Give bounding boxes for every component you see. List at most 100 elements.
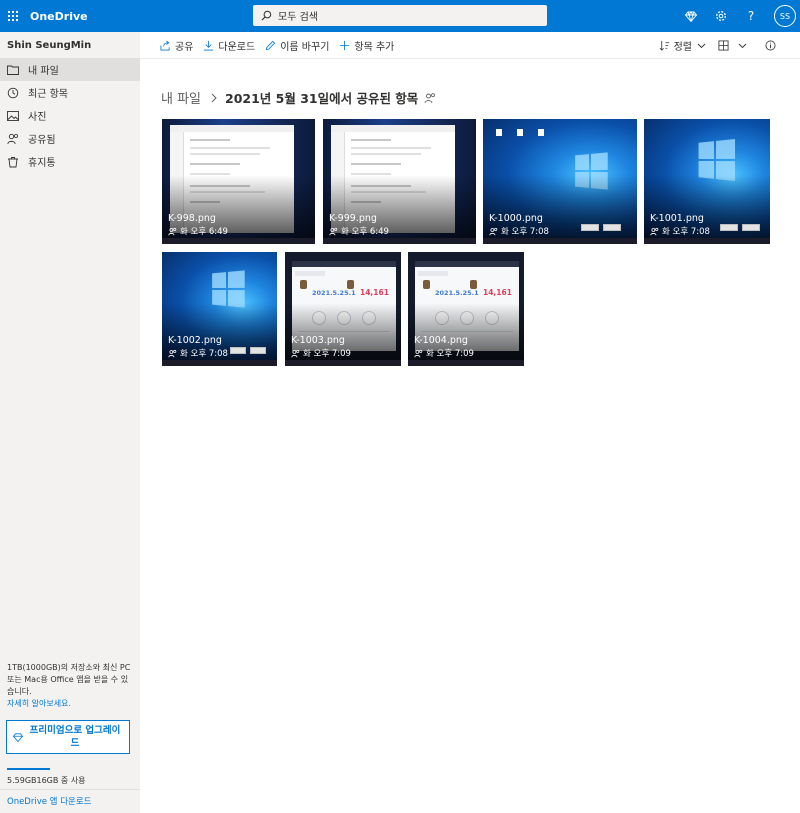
file-name: K-1004.png [414,335,468,346]
file-modified: 화 오후 6:49 [180,225,228,237]
sort-button[interactable]: 정렬 [659,32,710,59]
sidebar-item-label: 사진 [28,108,46,123]
file-tile[interactable]: K-998.png 화 오후 6:49 [162,119,315,244]
download-label: 다운로드 [218,38,255,53]
file-tile[interactable]: K-1002.png 화 오후 7:08 [162,252,277,366]
sidebar: Shin SeungMin 내 파일 최근 항목 사진 공유됨 휴지통 1TB(… [0,32,140,813]
share-button[interactable]: 공유 [160,32,193,59]
app-title[interactable]: OneDrive [30,10,88,23]
breadcrumb-root[interactable]: 내 파일 [161,88,201,107]
file-meta: 화 오후 7:08 [650,225,710,237]
share-label: 공유 [175,38,193,53]
file-meta: 화 오후 6:49 [168,225,228,237]
app-download-link[interactable]: OneDrive 앱 다운로드 [7,795,91,807]
sidebar-item-recycle-bin[interactable]: 휴지통 [0,150,140,173]
file-tile[interactable]: K-1000.png 화 오후 7:08 [483,119,637,244]
file-modified: 화 오후 7:08 [501,225,549,237]
grid-view-icon [718,40,729,51]
sidebar-nav: 내 파일 최근 항목 사진 공유됨 휴지통 [0,58,140,173]
file-name: K-1001.png [650,213,704,224]
waffle-icon[interactable] [0,0,26,32]
view-options-button[interactable] [718,32,751,59]
plus-icon [339,40,350,51]
shared-icon [489,227,498,236]
file-tile[interactable]: K-1001.png 화 오후 7:08 [644,119,770,244]
file-meta: 화 오후 7:09 [414,347,474,359]
upgrade-button[interactable]: 프리미엄으로 업그레이드 [6,720,130,754]
upgrade-button-label: 프리미엄으로 업그레이드 [27,724,123,750]
storage-promo: 1TB(1000GB)의 저장소와 최신 PC 또는 Mac용 Office 앱… [7,662,133,710]
share-icon [160,40,171,51]
rename-button[interactable]: 이름 바꾸기 [265,32,329,59]
shared-icon [291,349,300,358]
search-input[interactable]: 모두 검색 [278,8,318,23]
sidebar-item-photos[interactable]: 사진 [0,104,140,127]
file-meta: 화 오후 7:09 [291,347,351,359]
file-name: K-1003.png [291,335,345,346]
avatar[interactable]: SS [774,5,796,27]
recent-icon [6,86,20,100]
sidebar-item-label: 휴지통 [28,154,56,169]
chevron-down-icon [738,43,747,49]
pencil-icon [265,40,276,51]
sidebar-item-shared[interactable]: 공유됨 [0,127,140,150]
storage-usage-text[interactable]: 5.59GB16GB 중 사용 [7,775,86,786]
gear-icon[interactable] [706,0,736,32]
shared-icon [650,227,659,236]
user-name: Shin SeungMin [7,40,91,51]
file-tile[interactable]: K-999.png 화 오후 6:49 [323,119,476,244]
search-box[interactable]: 모두 검색 [253,5,547,26]
shared-icon [168,227,177,236]
sort-label: 정렬 [674,38,692,53]
thumb-date: 2021.5.25.1 [312,289,356,297]
file-tile[interactable]: 2021.5.25.1 14,161 K-1003.png 화 오후 7:09 [285,252,401,366]
thumb-number: 14,161 [483,288,512,297]
shared-icon [168,349,177,358]
storage-usage-bar [7,768,50,770]
photo-icon [6,109,20,123]
sidebar-item-label: 최근 항목 [28,85,68,100]
download-button[interactable]: 다운로드 [203,32,255,59]
shared-icon [329,227,338,236]
file-modified: 화 오후 7:09 [426,347,474,359]
file-tile[interactable]: 2021.5.25.1 14,161 K-1004.png 화 오후 7:09 [408,252,524,366]
file-meta: 화 오후 7:08 [489,225,549,237]
breadcrumb: 내 파일 2021년 5월 31일에서 공유된 항목 [161,88,436,107]
shared-icon [6,132,20,146]
command-bar: 공유 다운로드 이름 바꾸기 항목 추가 정렬 [140,32,800,59]
file-name: K-1002.png [168,335,222,346]
search-icon [261,10,272,21]
recycle-bin-icon [6,155,20,169]
file-modified: 화 오후 7:09 [303,347,351,359]
file-name: K-998.png [168,213,216,224]
info-button[interactable] [765,32,780,59]
info-icon [765,40,776,51]
file-meta: 화 오후 6:49 [329,225,389,237]
top-bar: OneDrive 모두 검색 ? SS [0,0,800,32]
add-item-button[interactable]: 항목 추가 [339,32,394,59]
chevron-right-icon [211,93,217,103]
page-title: 2021년 5월 31일에서 공유된 항목 [225,88,418,107]
sidebar-item-label: 내 파일 [28,62,59,77]
sidebar-item-my-files[interactable]: 내 파일 [0,58,140,81]
help-icon[interactable]: ? [736,0,766,32]
sort-icon [659,40,670,51]
sidebar-item-recent[interactable]: 최근 항목 [0,81,140,104]
thumb-date: 2021.5.25.1 [435,289,479,297]
sidebar-divider [0,789,140,790]
file-modified: 화 오후 6:49 [341,225,389,237]
file-name: K-1000.png [489,213,543,224]
shared-icon [414,349,423,358]
sidebar-item-label: 공유됨 [28,131,56,146]
diamond-icon[interactable] [676,0,706,32]
thumb-number: 14,161 [360,288,389,297]
rename-label: 이름 바꾸기 [280,38,329,53]
learn-more-link[interactable]: 자세히 알아보세요. [7,698,133,710]
chevron-down-icon [697,43,706,49]
diamond-icon [13,733,23,742]
folder-icon [6,63,20,77]
storage-promo-text: 1TB(1000GB)의 저장소와 최신 PC 또는 Mac용 Office 앱… [7,663,130,696]
download-icon [203,40,214,51]
shared-icon [424,92,436,104]
file-name: K-999.png [329,213,377,224]
